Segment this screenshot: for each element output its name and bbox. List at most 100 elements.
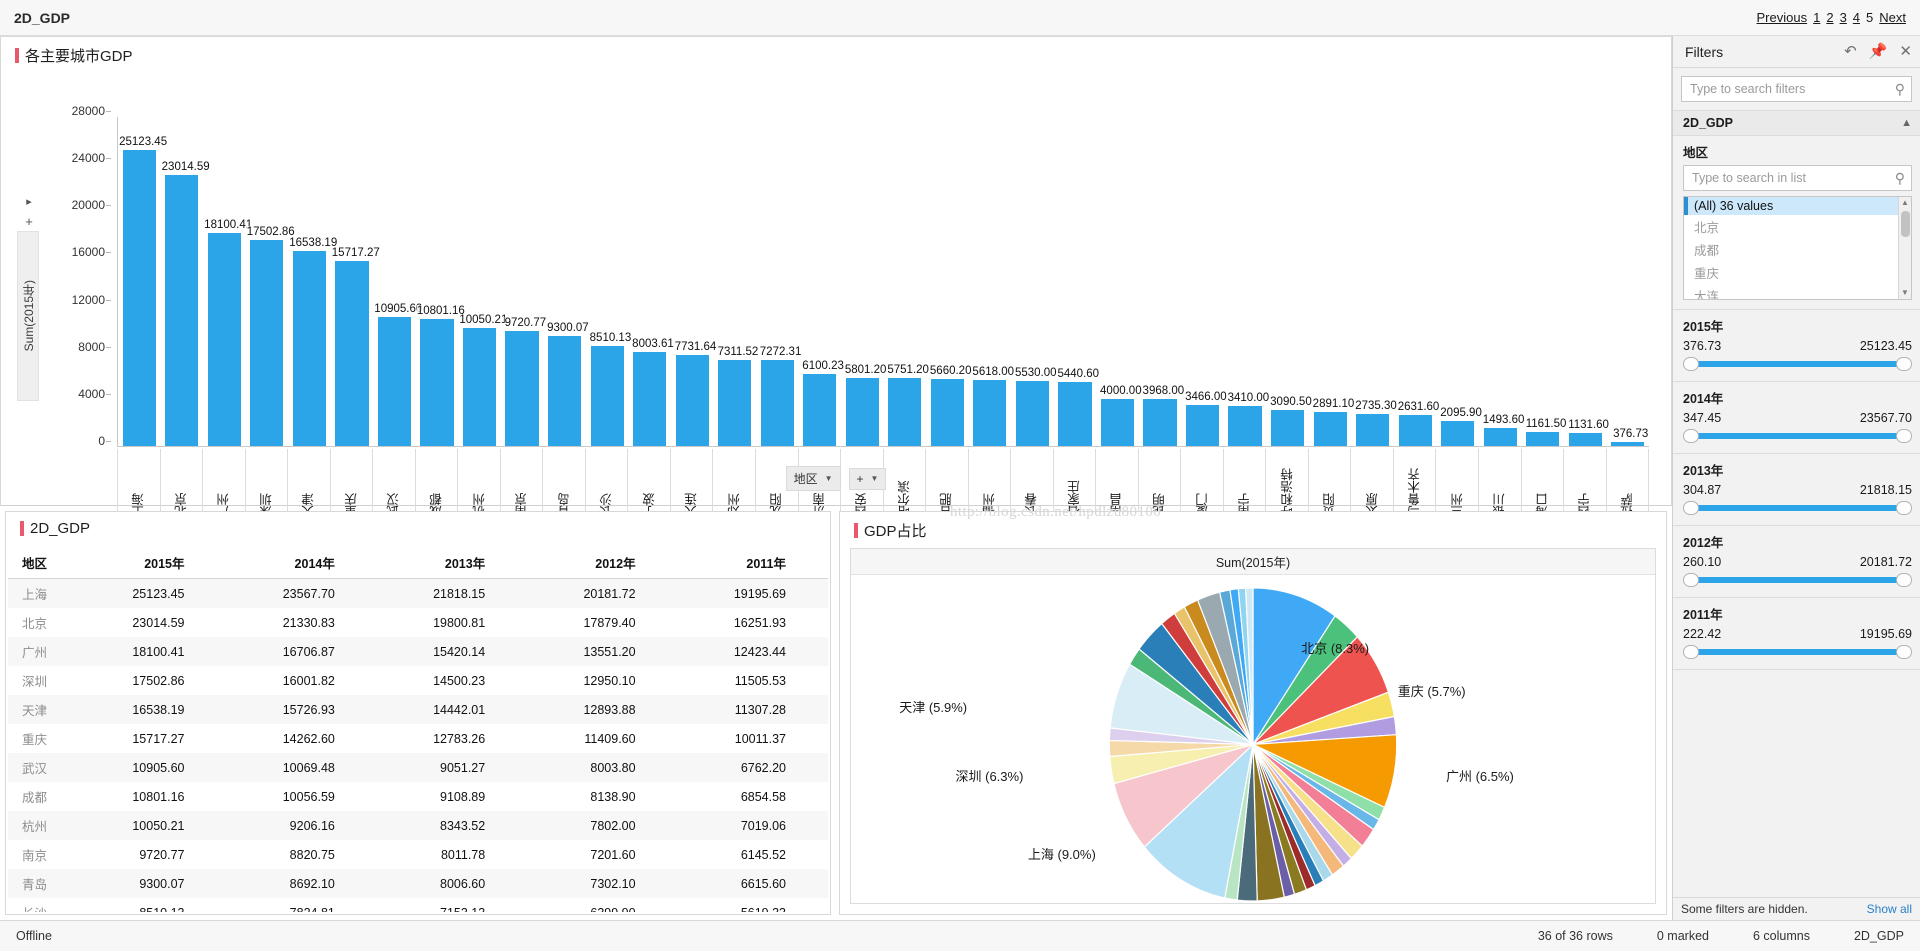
list-item[interactable]: 北京 bbox=[1684, 215, 1911, 238]
bar[interactable] bbox=[335, 260, 369, 446]
bar[interactable] bbox=[1313, 411, 1347, 446]
table-row[interactable]: 南京 9720.77 8820.75 8011.78 7201.60 6145.52 bbox=[8, 840, 828, 869]
pagination-page-4[interactable]: 4 bbox=[1853, 10, 1860, 25]
bar-column[interactable]: 376.73 bbox=[1607, 117, 1650, 446]
bar-column[interactable]: 25123.45 bbox=[118, 117, 168, 446]
bar[interactable] bbox=[973, 379, 1007, 446]
slider-handle-min[interactable] bbox=[1683, 645, 1699, 659]
y-axis-title[interactable]: Sum(2015年) bbox=[17, 231, 39, 401]
plus-icon[interactable]: + bbox=[21, 213, 37, 229]
bar[interactable] bbox=[675, 354, 709, 446]
bar-column[interactable]: 3090.50 bbox=[1266, 117, 1312, 446]
axis-expand-icon-top[interactable]: ▸ bbox=[21, 193, 37, 209]
list-filter-search-input[interactable] bbox=[1692, 171, 1895, 185]
range-slider[interactable] bbox=[1683, 572, 1912, 588]
slider-handle-max[interactable] bbox=[1896, 501, 1912, 515]
table-row[interactable]: 北京 23014.59 21330.83 19800.81 17879.40 16251.… bbox=[8, 608, 828, 637]
pagination-page-1[interactable]: 1 bbox=[1813, 10, 1820, 25]
bar-column[interactable]: 7311.52 bbox=[713, 117, 759, 446]
category-axis-selector[interactable]: 地区 ▼ bbox=[785, 466, 841, 491]
pie-plot-area[interactable]: 北京 (8.3%) 重庆 (5.7%) 广州 (6.5%) 上海 (9.0%) 深圳 (… bbox=[851, 576, 1655, 903]
bar[interactable] bbox=[1483, 428, 1517, 446]
bar-column[interactable]: 9720.77 bbox=[501, 117, 547, 446]
slider-handle-min[interactable] bbox=[1683, 429, 1699, 443]
bar-column[interactable]: 1131.60 bbox=[1564, 117, 1609, 446]
list-filter-search[interactable]: ⚲ bbox=[1683, 165, 1912, 191]
bar-column[interactable]: 5618.00 bbox=[969, 117, 1015, 446]
scroll-down-icon[interactable]: ▼ bbox=[1901, 287, 1909, 299]
bar[interactable] bbox=[250, 239, 284, 446]
bar[interactable] bbox=[377, 317, 412, 446]
filters-search[interactable]: ⚲ bbox=[1681, 76, 1912, 102]
bar[interactable] bbox=[1058, 381, 1092, 446]
pagination-next[interactable]: Next bbox=[1879, 10, 1906, 25]
scroll-up-icon[interactable]: ▲ bbox=[1901, 197, 1909, 209]
bar-column[interactable]: 6100.23 bbox=[799, 117, 844, 446]
table-scroll-region[interactable]: 地区 2015年 2014年 2013年 2012年 2011年 上海 25123.45 23… bbox=[8, 548, 828, 912]
bar[interactable] bbox=[1398, 415, 1432, 446]
bar[interactable] bbox=[590, 345, 624, 446]
bar[interactable] bbox=[1100, 398, 1135, 446]
bar[interactable] bbox=[1441, 421, 1475, 446]
show-all-filters-link[interactable]: Show all bbox=[1867, 902, 1912, 916]
bar-column[interactable]: 5440.60 bbox=[1054, 117, 1100, 446]
bar[interactable] bbox=[760, 360, 794, 446]
add-axis-button[interactable]: + ▼ bbox=[848, 467, 887, 490]
list-item[interactable]: 成都 bbox=[1684, 238, 1911, 261]
bar-column[interactable]: 16538.19 bbox=[288, 117, 338, 446]
filters-search-input[interactable] bbox=[1690, 82, 1895, 96]
scrollbar-thumb[interactable] bbox=[1901, 211, 1910, 237]
range-slider[interactable] bbox=[1683, 356, 1912, 372]
bar[interactable] bbox=[207, 232, 241, 446]
slider-handle-max[interactable] bbox=[1896, 429, 1912, 443]
pagination-page-5[interactable]: 5 bbox=[1866, 10, 1873, 25]
bar-column[interactable]: 8510.13 bbox=[586, 117, 632, 446]
bar-column[interactable]: 2891.10 bbox=[1309, 117, 1355, 446]
table-row[interactable]: 武汉 10905.60 10069.48 9051.27 8003.80 6762.20 bbox=[8, 753, 828, 782]
bar-column[interactable]: 10050.21 bbox=[458, 117, 508, 446]
bar-column[interactable]: 7731.64 bbox=[671, 117, 717, 446]
bar-column[interactable]: 9300.07 bbox=[543, 117, 589, 446]
table-column-header[interactable]: 2011年 bbox=[677, 548, 828, 579]
table-column-header[interactable]: 2015年 bbox=[76, 548, 227, 579]
table-row[interactable]: 天津 16538.19 15726.93 14442.01 12893.88 11307.… bbox=[8, 695, 828, 724]
bar[interactable] bbox=[718, 359, 752, 446]
bar-column[interactable]: 2735.30 bbox=[1351, 117, 1397, 446]
bar-column[interactable]: 5660.20 bbox=[926, 117, 972, 446]
bar-column[interactable]: 23014.59 bbox=[161, 117, 210, 446]
bar[interactable] bbox=[930, 379, 964, 446]
range-slider[interactable] bbox=[1683, 644, 1912, 660]
close-icon[interactable]: ✕ bbox=[1899, 44, 1912, 59]
bar[interactable] bbox=[633, 351, 667, 446]
table-row[interactable]: 杭州 10050.21 9206.16 8343.52 7802.00 7019.06 bbox=[8, 811, 828, 840]
pagination-page-3[interactable]: 3 bbox=[1840, 10, 1847, 25]
bar[interactable] bbox=[462, 327, 497, 446]
bar[interactable] bbox=[122, 149, 156, 446]
slider-handle-max[interactable] bbox=[1896, 573, 1912, 587]
slider-handle-min[interactable] bbox=[1683, 573, 1699, 587]
bar[interactable] bbox=[845, 377, 879, 446]
bar[interactable] bbox=[1611, 441, 1645, 446]
bar-column[interactable]: 7272.31 bbox=[756, 117, 802, 446]
search-icon[interactable]: ⚲ bbox=[1895, 81, 1905, 98]
bar-column[interactable]: 1493.60 bbox=[1479, 117, 1525, 446]
pagination-previous[interactable]: Previous bbox=[1757, 10, 1808, 25]
range-slider[interactable] bbox=[1683, 500, 1912, 516]
bar[interactable] bbox=[165, 174, 199, 446]
bar[interactable] bbox=[803, 374, 837, 446]
table-column-header[interactable]: 2014年 bbox=[226, 548, 377, 579]
table-column-header[interactable]: 地区 bbox=[8, 548, 77, 579]
list-filter-listbox[interactable]: (All) 36 values 北京成都重庆大连福州广州 ▲ ▼ bbox=[1683, 196, 1912, 300]
table-row[interactable]: 深圳 17502.86 16001.82 14500.23 12950.10 11505.… bbox=[8, 666, 828, 695]
slider-handle-max[interactable] bbox=[1896, 357, 1912, 371]
table-column-header[interactable]: 2012年 bbox=[527, 548, 678, 579]
bar[interactable] bbox=[888, 378, 922, 446]
bar[interactable] bbox=[420, 318, 454, 446]
bar[interactable] bbox=[1356, 413, 1390, 446]
bar-column[interactable]: 5801.20 bbox=[841, 117, 887, 446]
bar-column[interactable]: 1161.50 bbox=[1522, 117, 1567, 446]
bar-column[interactable]: 15717.27 bbox=[331, 117, 380, 446]
bar-column[interactable]: 5751.20 bbox=[884, 117, 929, 446]
list-item-all[interactable]: (All) 36 values bbox=[1684, 197, 1911, 215]
bar[interactable] bbox=[1271, 409, 1305, 446]
